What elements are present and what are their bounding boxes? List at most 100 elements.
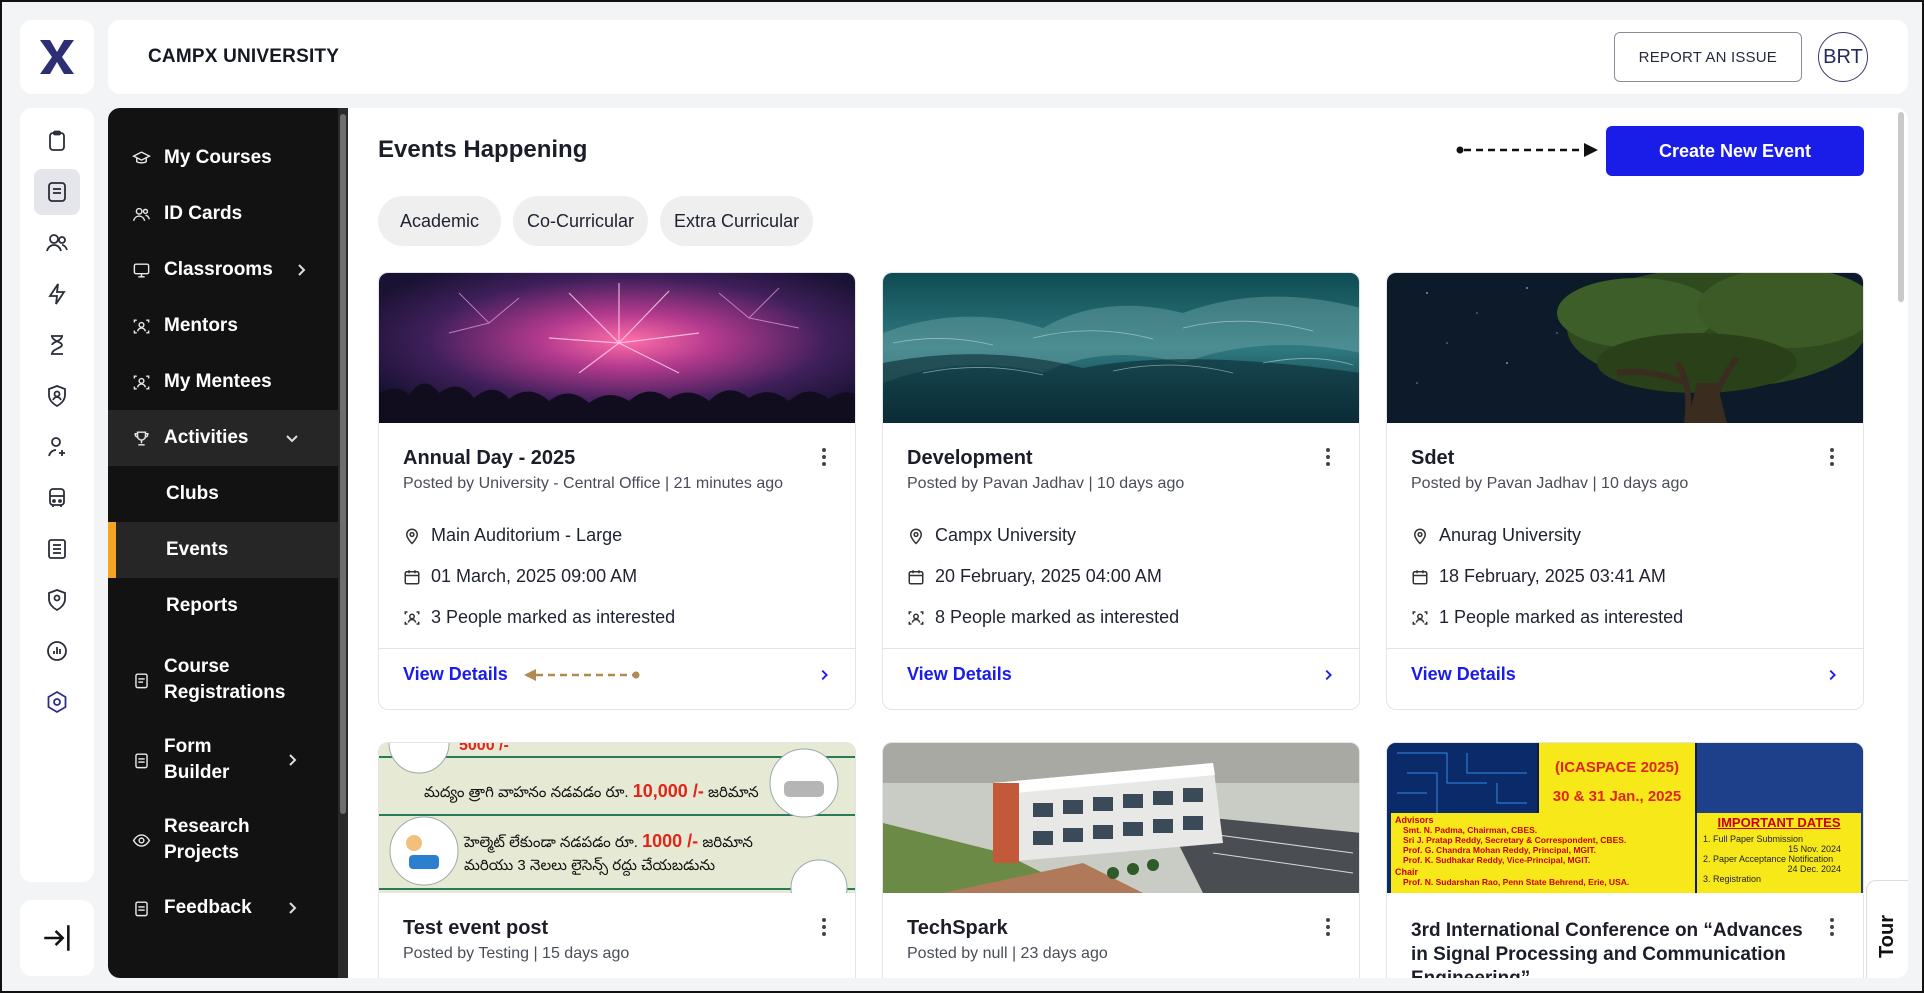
rail-user-add-icon[interactable] [34,424,80,470]
event-date: 01 March, 2025 09:00 AM [403,556,831,597]
sidebar-item-classrooms[interactable]: Classrooms [108,242,338,298]
sidebar-item-label: Form Builder [164,736,230,783]
icon-rail [20,108,94,882]
chevron-right-icon[interactable] [817,668,831,682]
filter-extra-curricular[interactable]: Extra Curricular [660,196,814,246]
sidebar-item-mentors[interactable]: Mentors [108,298,338,354]
card-footer[interactable]: View Details [379,648,855,700]
campx-logo[interactable] [20,20,94,94]
sidebar-item-label: Feedback [164,897,252,918]
chevron-right-icon [298,264,306,276]
event-image-tree [1387,273,1863,423]
event-title: Sdet [1411,447,1455,469]
scan-face-icon [1412,610,1428,625]
card-footer[interactable]: View Details [1387,648,1863,700]
rail-notebook-icon[interactable] [34,169,80,215]
event-card[interactable]: Development Posted by Pavan Jadhav | 10 … [882,272,1360,710]
event-image-ocean [883,273,1359,423]
graduation-cap-icon [132,148,152,168]
event-image-traffic-poster: 5000 /- మద్యం త్రాగి వాహనం నడవడం రూ. 10,… [379,743,855,893]
event-image-building [883,743,1359,893]
rail-lightning-icon[interactable] [34,271,80,317]
card-footer[interactable]: View Details [883,648,1359,700]
rail-hourglass-icon[interactable] [34,322,80,368]
event-card[interactable]: 5000 /- మద్యం త్రాగి వాహనం నడవడం రూ. 10,… [378,742,856,978]
event-interested: 3 People marked as interested [403,597,831,638]
presentation-icon [132,260,152,280]
sidebar-item-activities[interactable]: Activities [108,410,338,466]
sidebar-scrollbar[interactable] [338,108,348,978]
more-options-icon[interactable] [1325,917,1331,937]
report-issue-button[interactable]: REPORT AN ISSUE [1613,32,1802,82]
chevron-right-icon[interactable] [1825,668,1839,682]
poster-line-1: మద్యం త్రాగి వాహనం నడవడం రూ. 10,000 /- జ… [424,781,759,801]
location-pin-icon [1413,528,1427,545]
more-options-icon[interactable] [1829,447,1835,467]
chevron-down-icon [286,435,298,443]
event-location: Anurag University [1411,515,1839,556]
more-options-icon[interactable] [1829,917,1835,937]
event-card[interactable]: Sdet Posted by Pavan Jadhav | 10 days ag… [1386,272,1864,710]
form-icon [132,750,152,770]
avatar[interactable]: BRT [1818,32,1868,82]
event-posted-by: Posted by Testing | 15 days ago [403,945,630,962]
filter-academic[interactable]: Academic [378,196,502,246]
sidebar-item-form-builder[interactable]: Form Builder [108,720,338,800]
view-details-link[interactable]: View Details [907,664,1012,685]
chevron-right-icon[interactable] [1321,668,1335,682]
scan-face-icon [404,610,420,625]
logout-button[interactable] [20,900,94,976]
rail-location-shield-icon[interactable] [34,577,80,623]
event-card[interactable]: (ICASPACE 2025) 30 & 31 Jan., 2025 Advis… [1386,742,1864,978]
poster-line-partial: 5000 /- [459,743,509,754]
more-options-icon[interactable] [821,917,827,937]
rail-list-icon[interactable] [34,526,80,572]
sidebar-subitem-reports[interactable]: Reports [108,578,338,634]
event-card[interactable]: Annual Day - 2025 Posted by University -… [378,272,856,710]
sidebar-item-my-courses[interactable]: My Courses [108,130,338,186]
arrow-hint-icon [1456,143,1598,157]
create-new-event-button[interactable]: Create New Event [1606,126,1864,176]
main-scrollbar[interactable] [1898,112,1904,302]
arrow-hint-icon [523,668,640,681]
sidebar-subitem-events[interactable]: Events [108,522,338,578]
event-posted-by: Posted by Pavan Jadhav | 10 days ago [907,475,1185,492]
more-options-icon[interactable] [821,447,827,467]
view-details-link[interactable]: View Details [403,664,508,685]
sidebar-item-my-mentees[interactable]: My Mentees [108,354,338,410]
event-image-fireworks [379,273,855,423]
filter-chips: Academic Co-Curricular Extra Curricular [378,196,814,246]
event-title: Annual Day - 2025 [403,447,576,469]
sidebar-item-label: My Courses [164,147,272,168]
event-posted-by: Posted by University - Central Office | … [403,475,784,492]
rail-clipboard-icon[interactable] [34,118,80,164]
sidebar-subitem-clubs[interactable]: Clubs [108,466,338,522]
event-card[interactable]: TechSpark Posted by null | 23 days ago [882,742,1360,978]
chevron-right-icon [289,754,297,766]
poster-line-3: మరియు 3 నెలలు లైసెన్స్ రద్దు చేయబడును [464,857,716,874]
sidebar-item-research-projects[interactable]: Research Projects [108,800,338,880]
poster-line-2: హెల్మెట్ లేకుండా నడపడం రూ. 1000 /- జరిమా… [464,831,753,851]
calendar-icon [1412,569,1428,584]
view-details-link[interactable]: View Details [1411,664,1516,685]
filter-co-curricular[interactable]: Co-Curricular [513,196,649,246]
feedback-icon [132,898,152,918]
rail-users-icon[interactable] [34,220,80,266]
rail-shield-user-icon[interactable] [34,373,80,419]
rail-hexagon-icon[interactable] [34,679,80,725]
important-dates-block: IMPORTANT DATES 1. Full Paper Submission… [1697,813,1861,893]
app-frame: CAMPX UNIVERSITY REPORT AN ISSUE BRT My … [0,0,1924,993]
top-header: CAMPX UNIVERSITY REPORT AN ISSUE BRT [108,20,1908,94]
page-title: Events Happening [378,136,588,163]
sidebar-item-id-cards[interactable]: ID Cards [108,186,338,242]
rail-chart-icon[interactable] [34,628,80,674]
location-pin-icon [405,528,419,545]
event-date: 20 February, 2025 04:00 AM [907,556,1335,597]
sidebar-item-course-registrations[interactable]: Course Registrations [108,640,338,720]
sidebar-item-feedback[interactable]: Feedback [108,880,338,936]
more-options-icon[interactable] [1325,447,1331,467]
tour-button[interactable]: Tour [1866,880,1908,978]
scan-face-icon [132,372,152,392]
sidebar-item-label: Course Registrations [164,656,286,703]
rail-bus-icon[interactable] [34,475,80,521]
